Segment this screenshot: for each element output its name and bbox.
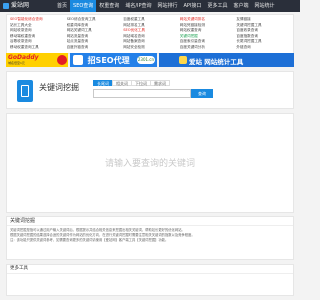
- tool-link[interactable]: 百度外链查询: [67, 45, 121, 50]
- more-tools-title: 更多工具: [7, 265, 293, 274]
- tool-link[interactable]: 移动权重查询工具: [10, 45, 64, 50]
- agent-icon: [72, 55, 83, 65]
- tool-link[interactable]: 百度权重工具: [123, 17, 177, 22]
- tool-link[interactable]: 友情链接: [236, 17, 290, 22]
- stats-icon: [178, 56, 187, 64]
- search-tab[interactable]: 长尾词: [93, 80, 113, 86]
- tool-link[interactable]: 站点流量查询: [67, 39, 121, 44]
- tool-link[interactable]: 百度收录查询: [236, 28, 290, 33]
- nav-item[interactable]: 网站统计: [251, 0, 277, 12]
- tool-link[interactable]: 网站安全检测: [123, 45, 177, 50]
- results-panel: 请输入要查询的关键词: [6, 113, 294, 213]
- godaddy-banner-title: GoDaddy: [8, 54, 39, 61]
- document-icon: [17, 80, 33, 102]
- tool-link[interactable]: 站长工具大全: [10, 23, 64, 28]
- info-panel: 关键词挖掘 关键词挖掘是指可以通过用户输入关键词后，根据提示并结合相关信息来挖掘…: [6, 216, 294, 260]
- tool-link[interactable]: 网站流量查询: [67, 34, 121, 39]
- nav-item[interactable]: 网站排行: [155, 0, 181, 12]
- top-navbar: 爱站网 首页 SEO查询 权重查询 域名/IP查询 网站排行 API接口 更多工具 客户端 网站…: [0, 0, 300, 12]
- tool-link[interactable]: 网站备案查询: [123, 39, 177, 44]
- search-tab[interactable]: 相关词: [112, 80, 132, 86]
- nav-item[interactable]: SEO查询: [70, 0, 97, 12]
- nav-item[interactable]: 权重查询: [96, 0, 122, 12]
- tool-link[interactable]: 权重词库查询: [67, 23, 121, 28]
- tool-link[interactable]: SEO智能化综合查询: [10, 17, 64, 22]
- tool-link[interactable]: SEO优化工具: [123, 28, 177, 33]
- tool-link[interactable]: 网站收录查询: [10, 28, 64, 33]
- godaddy-banner-subtitle: 域名低至1元: [8, 61, 25, 65]
- tool-links-panel: SEO智能化综合查询 SEO综合查询工具 百度权重工具 网站关键词排名 友情链接站长工具…: [6, 14, 294, 54]
- seo-agent-banner-title: 招SEO代理: [87, 56, 130, 65]
- results-placeholder: 请输入要查询的关键词: [104, 159, 195, 169]
- search-button[interactable]: 查询: [191, 89, 213, 98]
- promo-badge-icon: [56, 55, 67, 65]
- keyword-input[interactable]: [93, 89, 191, 98]
- stats-tool-banner[interactable]: 爱站 网站统计工具: [158, 53, 294, 67]
- info-paragraph: 注：该功能只提供关键词参考，如需要查询更多的关键词请使用【爱站网】客户端工具【关…: [10, 238, 169, 242]
- tool-link[interactable]: 长尾词挖掘工具: [236, 39, 290, 44]
- tool-link[interactable]: 网站关键词工具: [67, 28, 121, 33]
- nav-item[interactable]: API接口: [181, 0, 205, 12]
- tool-link[interactable]: 百度指数查询: [236, 34, 290, 39]
- tool-link[interactable]: 百度关键词分析: [180, 45, 234, 50]
- seo-agent-banner[interactable]: 招SEO代理 2301.cn: [69, 53, 157, 67]
- ad-banners: GoDaddy 域名低至1元 招SEO代理 2301.cn 爱站 网站统计工具: [6, 53, 294, 67]
- logo-icon: [3, 3, 9, 9]
- tool-link[interactable]: 移动端权重查询: [10, 34, 64, 39]
- search-tab[interactable]: 下拉词: [131, 80, 151, 86]
- tool-link[interactable]: 谷歌收录查询: [10, 39, 64, 44]
- nav-item[interactable]: 首页: [54, 0, 70, 12]
- tool-link[interactable]: 网站关键词排名: [180, 17, 234, 22]
- tool-link[interactable]: 网站域名查询: [123, 34, 177, 39]
- tool-link[interactable]: 外链查询: [236, 45, 290, 50]
- tool-link[interactable]: 网站死链接检测: [180, 23, 234, 28]
- nav-item[interactable]: 域名/IP查询: [122, 0, 154, 12]
- keyword-search-panel: 关键词挖掘 长尾词 相关词 下拉词 需求词 查询: [6, 71, 294, 109]
- tool-link[interactable]: 百度索引量查询: [180, 39, 234, 44]
- tool-links-grid: SEO智能化综合查询 SEO综合查询工具 百度权重工具 网站关键词排名 友情链接站长工具…: [7, 15, 293, 52]
- search-tab[interactable]: 需求词: [150, 80, 170, 86]
- info-title: 关键词挖掘: [7, 217, 293, 226]
- stats-tool-banner-title: 爱站 网站统计工具: [188, 58, 244, 66]
- info-body: 关键词挖掘是指可以通过用户输入关键词后，根据提示并结合相关信息来挖掘出相关关键词…: [7, 226, 293, 245]
- nav-item[interactable]: 更多工具: [204, 0, 230, 12]
- nav-item[interactable]: 客户端: [230, 0, 251, 12]
- search-tabs: 长尾词 相关词 下拉词 需求词: [93, 80, 170, 86]
- more-tools-panel: 更多工具: [6, 264, 294, 296]
- logo-text: 爱站网: [11, 2, 30, 9]
- tool-title: 关键词挖掘: [39, 83, 79, 92]
- main-nav: 首页 SEO查询 权重查询 域名/IP查询 网站排行 API接口 更多工具 客户端 网站统计: [54, 0, 277, 12]
- tool-link[interactable]: 关键词挖掘工具: [236, 23, 290, 28]
- godaddy-banner[interactable]: GoDaddy 域名低至1元: [6, 53, 68, 67]
- search-row: 查询: [93, 89, 213, 98]
- tool-link[interactable]: 网站权重查询: [180, 28, 234, 33]
- seo-agent-logo: 2301.cn: [136, 56, 155, 64]
- tool-link[interactable]: 关键词挖掘: [180, 34, 234, 39]
- tool-link[interactable]: SEO综合查询工具: [67, 17, 121, 22]
- site-logo[interactable]: 爱站网: [3, 2, 29, 10]
- tool-link[interactable]: 网站排名工具: [123, 23, 177, 28]
